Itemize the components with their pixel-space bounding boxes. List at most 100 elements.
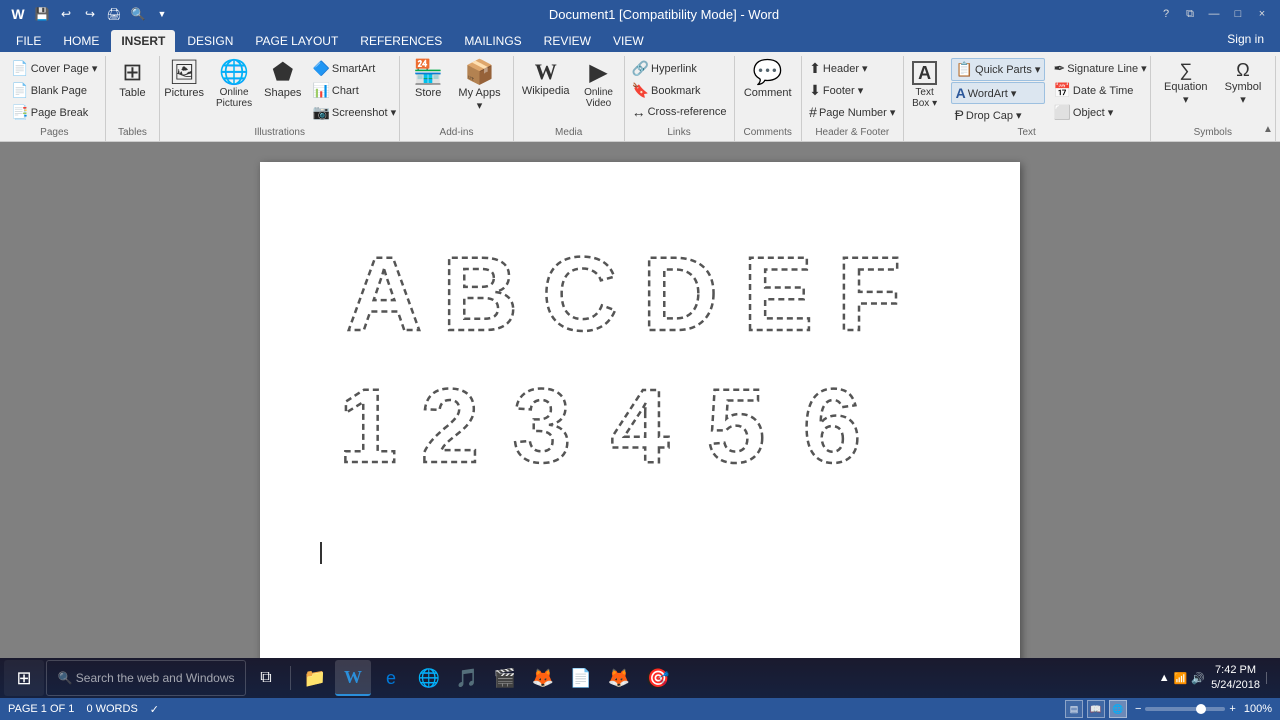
- undo-button[interactable]: ↩: [56, 4, 76, 24]
- zoom-track[interactable]: [1145, 707, 1225, 711]
- ribbon-group-header-footer: ⬆ Header ▾ ⬇ Footer ▾ # Page Number ▾ He…: [802, 56, 904, 141]
- tab-home[interactable]: HOME: [53, 30, 109, 52]
- symbol-button[interactable]: Ω Symbol ▾: [1217, 58, 1269, 109]
- tab-page-layout[interactable]: PAGE LAYOUT: [245, 30, 348, 52]
- object-button[interactable]: ⬜ Object ▾: [1049, 102, 1150, 123]
- taskbar-app6[interactable]: 🦊: [525, 660, 561, 696]
- taskbar-app7[interactable]: 📄: [563, 660, 599, 696]
- volume-icon[interactable]: 🔊: [1191, 672, 1205, 685]
- taskbar-app9[interactable]: 🎯: [639, 660, 675, 696]
- tab-insert[interactable]: INSERT: [111, 30, 175, 52]
- tab-view[interactable]: VIEW: [603, 30, 654, 52]
- signature-line-icon: ✒: [1053, 60, 1065, 77]
- taskbar-clock[interactable]: 7:42 PM 5/24/2018: [1211, 663, 1260, 694]
- close-button[interactable]: ×: [1252, 4, 1272, 24]
- help-button[interactable]: ?: [1156, 4, 1176, 24]
- text-box-icon: A: [912, 61, 937, 85]
- save-button[interactable]: 💾: [32, 4, 52, 24]
- letters-display: A B C D E F: [320, 202, 960, 502]
- task-view-icon: ⧉: [260, 669, 271, 687]
- wordart-button[interactable]: A WordArt ▾: [951, 82, 1046, 104]
- tab-mailings[interactable]: MAILINGS: [454, 30, 531, 52]
- network-icon[interactable]: 📶: [1174, 672, 1188, 685]
- date-time-button[interactable]: 📅 Date & Time: [1049, 80, 1150, 101]
- ribbon-group-tables: ⊞ Table Tables: [106, 56, 160, 141]
- taskbar-firefox[interactable]: 🦊: [601, 660, 637, 696]
- tab-design[interactable]: DESIGN: [177, 30, 243, 52]
- print-button[interactable]: 🖨: [104, 4, 124, 24]
- blank-page-button[interactable]: 📄 Blank Page: [7, 80, 101, 101]
- search-button[interactable]: 🔍: [128, 4, 148, 24]
- minimize-button[interactable]: —: [1204, 4, 1224, 24]
- screenshot-button[interactable]: 📷 Screenshot ▾: [308, 102, 400, 123]
- comment-button[interactable]: 💬 Comment: [739, 58, 797, 102]
- show-desktop-button[interactable]: [1266, 672, 1272, 684]
- online-pictures-button[interactable]: 🌐 OnlinePictures: [211, 58, 257, 112]
- web-layout-button[interactable]: 🌐: [1109, 700, 1127, 718]
- taskbar-app4[interactable]: 🎵: [449, 660, 485, 696]
- start-button[interactable]: ⊞: [4, 660, 44, 696]
- taskbar-edge[interactable]: e: [373, 660, 409, 696]
- table-button[interactable]: ⊞ Table: [110, 58, 154, 102]
- ribbon-display-button[interactable]: ⧉: [1180, 4, 1200, 24]
- tab-review[interactable]: REVIEW: [534, 30, 601, 52]
- tab-references[interactable]: REFERENCES: [350, 30, 452, 52]
- ribbon-group-links: 🔗 Hyperlink 🔖 Bookmark ↔ Cross-reference…: [625, 56, 735, 141]
- reading-view-button[interactable]: 📖: [1087, 700, 1105, 718]
- zoom-out-button[interactable]: −: [1135, 703, 1141, 715]
- tab-file[interactable]: FILE: [6, 30, 51, 52]
- text-box-button[interactable]: A TextBox ▾: [903, 58, 947, 112]
- ribbon-collapse-button[interactable]: ▲: [1260, 121, 1276, 137]
- wikipedia-button[interactable]: W Wikipedia: [517, 58, 575, 100]
- letters-row-1: A B C D E F: [340, 232, 912, 340]
- my-apps-button[interactable]: 📦 My Apps ▾: [452, 58, 507, 115]
- hyperlink-icon: 🔗: [632, 60, 649, 77]
- letter-1: 1: [340, 364, 400, 472]
- equation-button[interactable]: ∑ Equation ▾: [1157, 58, 1215, 109]
- hyperlink-button[interactable]: 🔗 Hyperlink: [628, 58, 731, 79]
- cross-reference-button[interactable]: ↔ Cross-reference: [628, 102, 731, 122]
- smartart-button[interactable]: 🔷 SmartArt: [308, 58, 400, 79]
- sign-in-button[interactable]: Sign in: [1217, 28, 1274, 50]
- print-layout-button[interactable]: ▤: [1065, 700, 1083, 718]
- store-button[interactable]: 🏪 Store: [406, 58, 450, 102]
- cross-reference-icon: ↔: [632, 104, 646, 120]
- header-button[interactable]: ⬆ Header ▾: [805, 58, 899, 79]
- task-view-button[interactable]: ⧉: [248, 660, 284, 696]
- online-video-button[interactable]: ▶ OnlineVideo: [577, 58, 621, 112]
- taskbar-search[interactable]: 🔍 Search the web and Windows: [46, 660, 246, 696]
- maximize-button[interactable]: □: [1228, 4, 1248, 24]
- letter-3: 3: [506, 364, 584, 472]
- document-page[interactable]: A B C D E F: [260, 162, 1020, 682]
- text-label: Text: [910, 125, 1144, 141]
- zoom-slider[interactable]: − +: [1135, 703, 1236, 715]
- shapes-button[interactable]: ⬟ Shapes: [259, 58, 306, 102]
- symbols-label: Symbols: [1157, 125, 1269, 141]
- drop-cap-button[interactable]: Ᵽ Drop Cap ▾: [951, 105, 1046, 125]
- taskbar-word[interactable]: W: [335, 660, 371, 696]
- ribbon-group-text: A TextBox ▾ 📋 Quick Parts ▾ A WordArt ▾ …: [904, 56, 1151, 141]
- app7-icon: 📄: [570, 668, 592, 689]
- zoom-thumb: [1196, 704, 1206, 714]
- customize-qa-button[interactable]: ▼: [152, 4, 172, 24]
- pictures-button[interactable]: 🖼 Pictures: [159, 58, 209, 102]
- chart-button[interactable]: 📊 Chart: [308, 80, 400, 101]
- proofing-icon[interactable]: ✓: [150, 703, 159, 716]
- symbols-content: ∑ Equation ▾ Ω Symbol ▾: [1157, 58, 1269, 125]
- page-break-button[interactable]: 📑 Page Break: [7, 102, 101, 123]
- zoom-in-button[interactable]: +: [1229, 703, 1235, 715]
- signature-line-button[interactable]: ✒ Signature Line ▾: [1049, 58, 1150, 79]
- page-number-button[interactable]: # Page Number ▾: [805, 102, 899, 122]
- footer-button[interactable]: ⬇ Footer ▾: [805, 80, 899, 101]
- show-hidden-icons[interactable]: ▲: [1159, 672, 1170, 684]
- object-icon: ⬜: [1053, 104, 1070, 121]
- taskbar-app5[interactable]: 🎬: [487, 660, 523, 696]
- taskbar-explorer[interactable]: 📁: [297, 660, 333, 696]
- quick-parts-button[interactable]: 📋 Quick Parts ▾: [951, 58, 1046, 81]
- bookmark-button[interactable]: 🔖 Bookmark: [628, 80, 731, 101]
- cover-page-button[interactable]: 📄 Cover Page ▾: [7, 58, 101, 79]
- redo-button[interactable]: ↪: [80, 4, 100, 24]
- svg-text:A: A: [346, 236, 422, 340]
- page-break-icon: 📑: [11, 104, 28, 121]
- taskbar-chrome[interactable]: 🌐: [411, 660, 447, 696]
